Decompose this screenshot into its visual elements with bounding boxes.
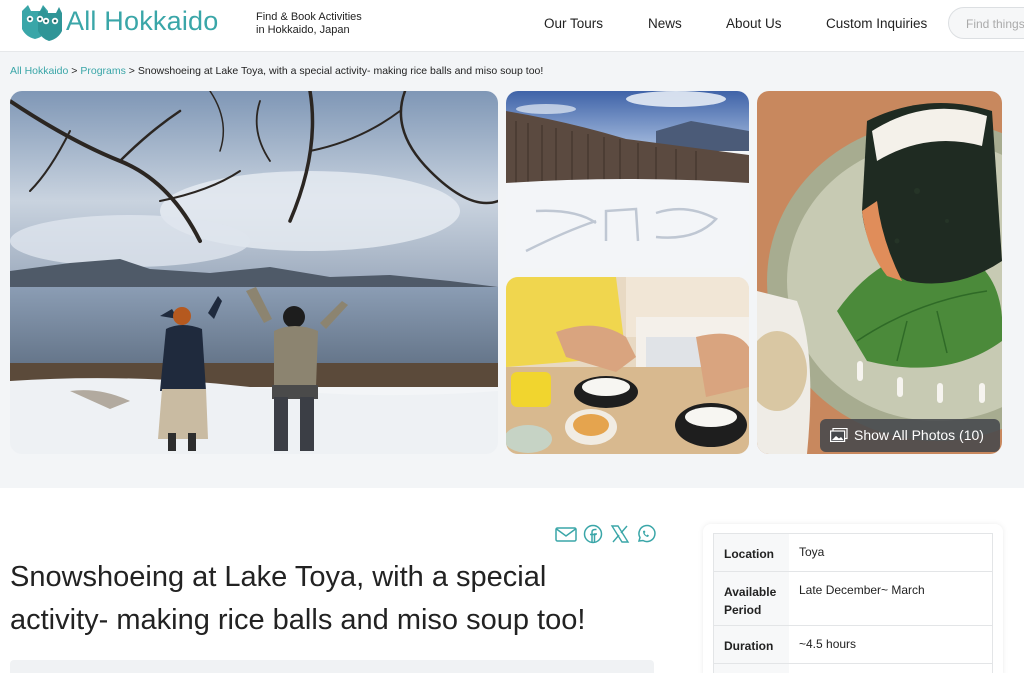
info-value: ~4.5 hours — [799, 637, 857, 651]
content-tab-bar — [10, 660, 654, 673]
nav-custom-inquiries[interactable]: Custom Inquiries — [826, 16, 927, 31]
info-value: Toya — [799, 545, 825, 559]
tagline-line-1: Find & Book Activities — [256, 11, 362, 23]
facebook-icon[interactable] — [582, 524, 604, 544]
breadcrumb-programs-link[interactable]: Programs — [80, 65, 126, 77]
rice-ball-making-photo[interactable] — [506, 277, 749, 454]
info-row-location: Location Toya — [713, 533, 993, 571]
info-row-available-period: Available Period Late December~ March — [713, 571, 993, 625]
site-header: All Hokkaido Find & Book Activities in H… — [0, 0, 1024, 52]
program-title: Snowshoeing at Lake Toya, with a special… — [10, 561, 586, 636]
whatsapp-icon[interactable] — [635, 524, 657, 544]
lake-toya-people-photo[interactable] — [10, 91, 498, 454]
search-input[interactable]: Find things — [948, 7, 1024, 39]
nav-news[interactable]: News — [648, 16, 682, 31]
show-all-photos-button[interactable]: Show All Photos (10) — [820, 419, 1000, 452]
breadcrumb-home-link[interactable]: All Hokkaido — [10, 65, 68, 77]
nav-about-us[interactable]: About Us — [726, 16, 782, 31]
info-value: Late December~ March — [799, 583, 925, 597]
info-label-cell — [714, 664, 789, 673]
tagline: Find & Book Activities in Hokkaido, Japa… — [256, 11, 362, 37]
info-row-next — [713, 663, 993, 673]
nav-our-tours[interactable]: Our Tours — [544, 16, 603, 31]
tagline-line-2: in Hokkaido, Japan — [256, 24, 350, 36]
breadcrumb-current: Snowshoeing at Lake Toya, with a special… — [137, 65, 544, 77]
email-icon[interactable] — [555, 524, 577, 544]
info-row-duration: Duration ~4.5 hours — [713, 625, 993, 663]
show-all-photos-label: Show All Photos (10) — [854, 427, 984, 443]
info-label: Available Period — [714, 572, 789, 625]
breadcrumb: All Hokkaido > Programs > Snowshoeing at… — [10, 65, 543, 77]
info-label: Duration — [714, 626, 789, 663]
rice-ball-plate-photo[interactable] — [757, 91, 1002, 454]
info-label: Location — [714, 534, 789, 571]
owl-logo-icon[interactable] — [18, 3, 62, 43]
photos-icon — [830, 428, 848, 442]
x-icon[interactable] — [609, 524, 631, 544]
brand-name[interactable]: All Hokkaido — [66, 6, 218, 37]
breadcrumb-separator: > — [71, 65, 78, 77]
snow-field-photo[interactable] — [506, 91, 749, 268]
breadcrumb-separator: > — [128, 65, 135, 77]
